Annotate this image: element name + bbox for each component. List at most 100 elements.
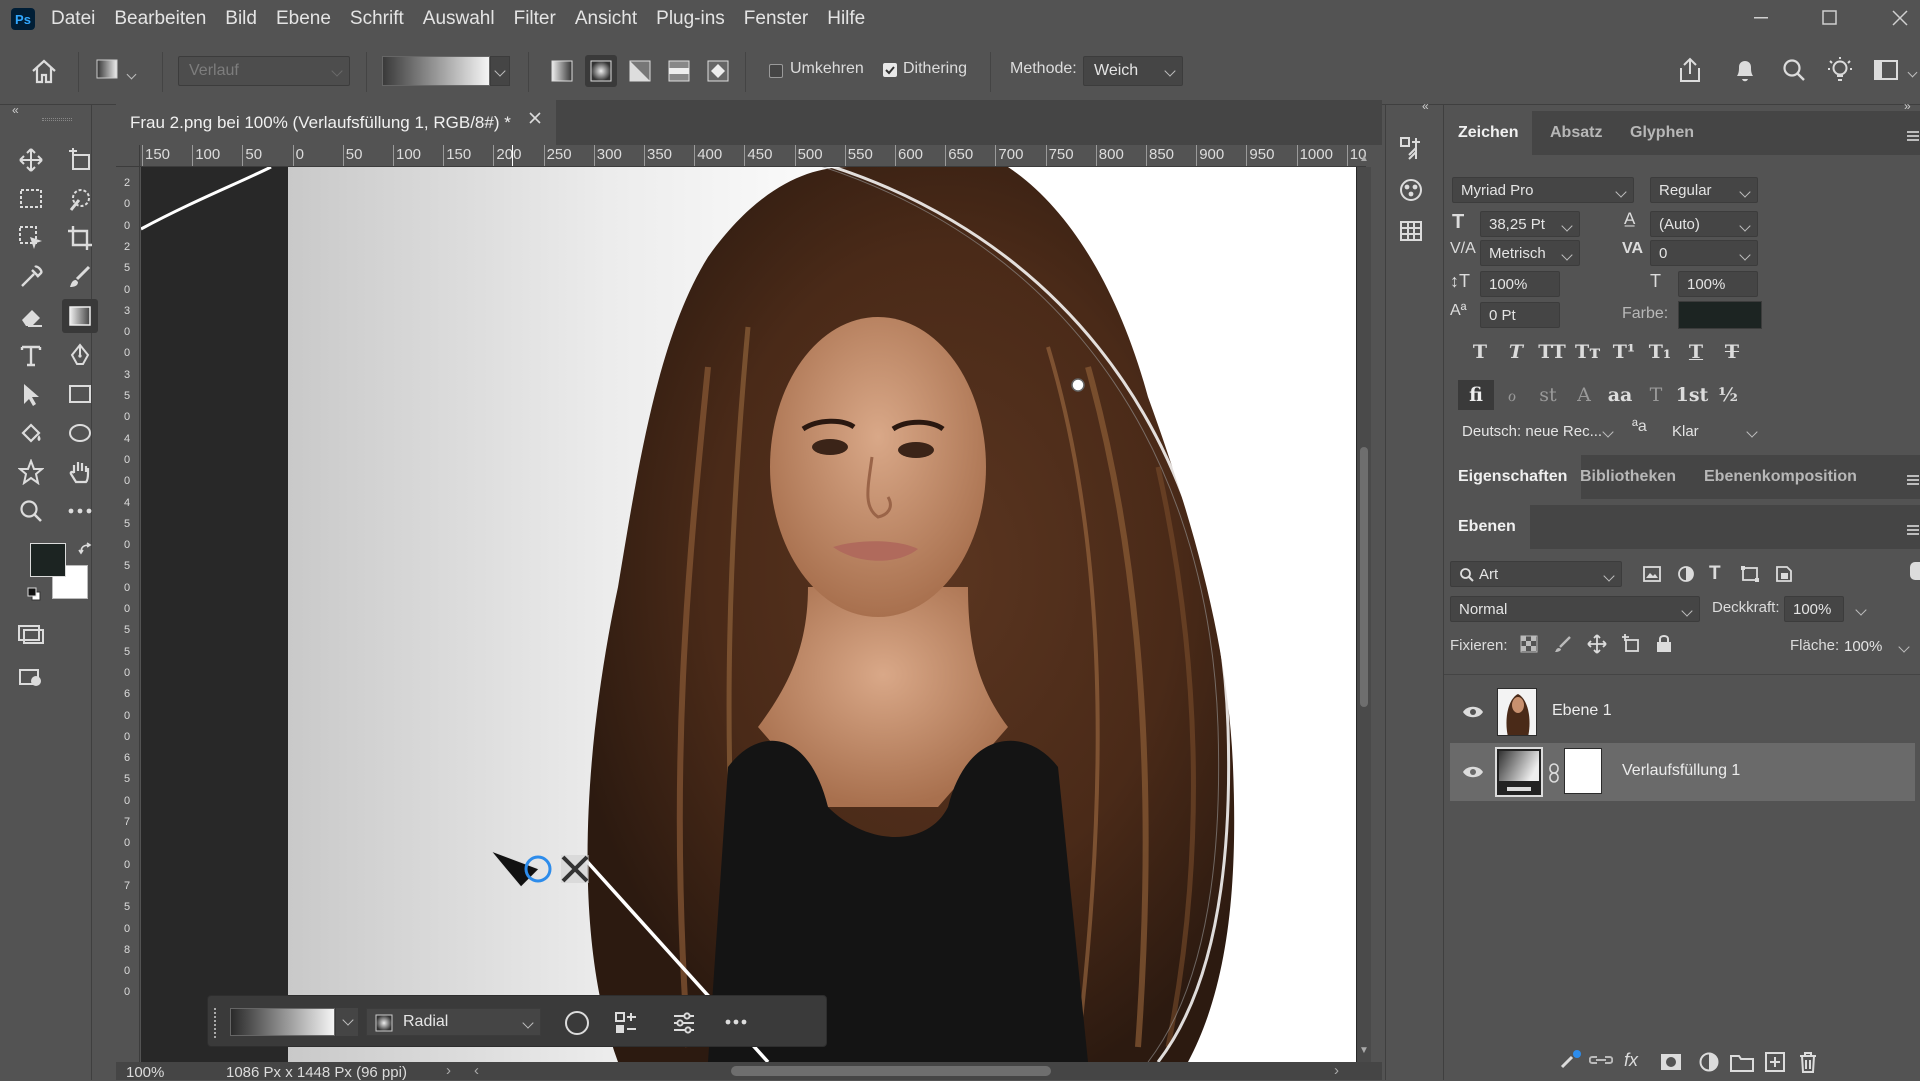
layer-mask-thumbnail[interactable] [1564,748,1602,794]
tab-eigenschaften[interactable]: Eigenschaften [1444,455,1582,499]
menu-item-schrift[interactable]: Schrift [350,8,404,30]
more-tools-icon[interactable] [62,494,98,528]
opentype-button[interactable]: aa [1602,380,1638,410]
dithering-checkbox[interactable] [883,63,897,77]
angle-gradient-icon[interactable] [629,60,651,82]
adjustment-layer-icon[interactable] [1698,1051,1720,1073]
collapse-panel-icon[interactable]: « [12,103,19,117]
menu-item-filter[interactable]: Filter [514,8,556,30]
lock-all-icon[interactable] [1655,633,1673,653]
opentype-button[interactable]: ½ [1710,380,1746,410]
lock-artboard-icon[interactable] [1621,634,1641,654]
close-window-button[interactable] [1880,4,1920,32]
ellipse-tool-icon[interactable] [62,416,98,450]
menu-item-datei[interactable]: Datei [51,8,95,30]
font-family-dropdown[interactable]: Myriad Pro [1452,177,1634,203]
tab-ebenenkomposition[interactable]: Ebenenkomposition [1690,455,1871,499]
kerning-dropdown[interactable]: Metrisch [1480,240,1580,266]
filter-shape-layer-icon[interactable] [1740,565,1760,583]
type-style-button[interactable]: T [1498,341,1534,363]
scrollbar-thumb[interactable] [1360,447,1368,707]
fill-field[interactable]: 100% [1836,633,1886,659]
photoshop-logo-icon[interactable]: Ps [11,8,35,30]
opacity-field[interactable]: 100% [1784,596,1844,622]
leading-field[interactable]: (Auto) [1650,211,1758,237]
grip-icon[interactable] [42,118,72,121]
eyedropper-icon[interactable] [13,260,49,294]
layer-filter-dropdown[interactable]: Art [1450,561,1622,587]
type-style-button[interactable]: T¹ [1606,341,1642,363]
menu-item-plug-ins[interactable]: Plug-ins [656,8,725,30]
lock-transparent-pixels-icon[interactable] [1520,635,1538,653]
gradient-center-handle[interactable] [491,839,611,919]
expand-panels-icon[interactable]: « [1422,99,1429,113]
type-style-button[interactable]: Tт [1570,341,1606,363]
brush-tool-icon[interactable] [62,260,98,294]
type-style-button[interactable]: T [1678,341,1714,363]
new-group-icon[interactable] [1730,1052,1754,1072]
document-tab[interactable]: Frau 2.png bei 100% (Verlaufsfüllung 1, … [116,100,556,145]
puppet-warp-icon[interactable] [13,455,49,489]
artboard-tool-icon[interactable] [62,143,98,177]
circle-shape-icon[interactable] [564,1010,590,1036]
content-credentials-icon[interactable] [1558,1049,1584,1073]
horizontal-ruler[interactable]: 150 100 50 0 50 100 150 200 250 300 350 400 450 500 55… [140,145,1366,167]
canvas-area[interactable] [141,167,1366,1062]
maximize-button[interactable] [1810,4,1850,32]
scroll-up-icon[interactable]: ▲ [1359,153,1369,164]
zoom-tool-icon[interactable] [13,494,49,528]
pen-tool-icon[interactable] [62,338,98,372]
swap-colors-icon[interactable] [78,542,94,558]
scroll-right-icon[interactable]: › [1334,1062,1339,1079]
filter-toggle-switch[interactable] [1910,562,1920,580]
tool-preset-icon[interactable] [96,59,120,81]
scroll-down-icon[interactable]: ▼ [1359,1045,1369,1056]
gradient-type-dropdown[interactable]: Radial [366,1008,541,1036]
opentype-button[interactable]: st [1530,380,1566,410]
hand-tool-icon[interactable] [62,455,98,489]
taskbar-gradient-dropdown[interactable] [336,1008,358,1036]
crop-tool-icon[interactable] [62,221,98,255]
font-style-dropdown[interactable]: Regular [1650,177,1758,203]
close-tab-icon[interactable] [528,111,542,125]
settings-sliders-icon[interactable] [671,1010,697,1036]
linear-gradient-icon[interactable] [551,60,573,82]
status-chevron-right-icon[interactable]: › [446,1062,451,1079]
menu-item-bild[interactable]: Bild [225,8,257,30]
document-canvas[interactable] [288,167,1356,1062]
lock-position-icon[interactable] [1587,634,1607,654]
tab-zeichen[interactable]: Zeichen [1444,111,1533,155]
quick-mask-icon[interactable] [13,617,49,651]
fill-dropdown[interactable] [1892,633,1912,659]
methode-dropdown[interactable]: Weich [1083,56,1183,86]
diamond-gradient-icon[interactable] [707,60,729,82]
menu-item-fenster[interactable]: Fenster [744,8,808,30]
umkehren-checkbox[interactable] [769,64,783,78]
menu-item-ebene[interactable]: Ebene [276,8,331,30]
visibility-eye-icon[interactable] [1462,705,1484,719]
panel-menu-icon[interactable] [1907,525,1919,535]
workspace-icon[interactable] [1873,58,1899,82]
taskbar-gradient-preview[interactable] [230,1008,335,1036]
search-icon[interactable] [1781,57,1807,83]
opentype-button[interactable]: ℴ [1494,380,1530,410]
filter-type-layer-icon[interactable]: T [1709,563,1721,585]
panel-menu-icon[interactable] [1907,475,1919,485]
chevron-down-icon[interactable] [1907,67,1918,78]
vertical-scale-field[interactable]: 100% [1480,271,1560,297]
scroll-left-icon[interactable]: ‹ [474,1062,479,1079]
horizontal-scale-field[interactable]: 100% [1678,271,1758,297]
eraser-icon[interactable] [13,299,49,333]
opacity-dropdown[interactable] [1849,596,1869,622]
more-options-icon[interactable] [724,1017,748,1027]
tab-ebenen[interactable]: Ebenen [1444,505,1530,549]
zoom-level[interactable]: 100% [126,1064,164,1081]
chevron-down-icon[interactable] [126,69,137,80]
gradient-preview[interactable] [382,56,490,86]
horizontal-scrollbar-thumb[interactable] [731,1066,1051,1076]
type-style-button[interactable]: T [1714,341,1750,363]
history-icon[interactable] [1398,135,1424,161]
opentype-button[interactable]: 1st [1674,380,1710,410]
blend-mode-dropdown[interactable]: Normal [1450,596,1700,622]
type-tool-icon[interactable] [13,338,49,372]
